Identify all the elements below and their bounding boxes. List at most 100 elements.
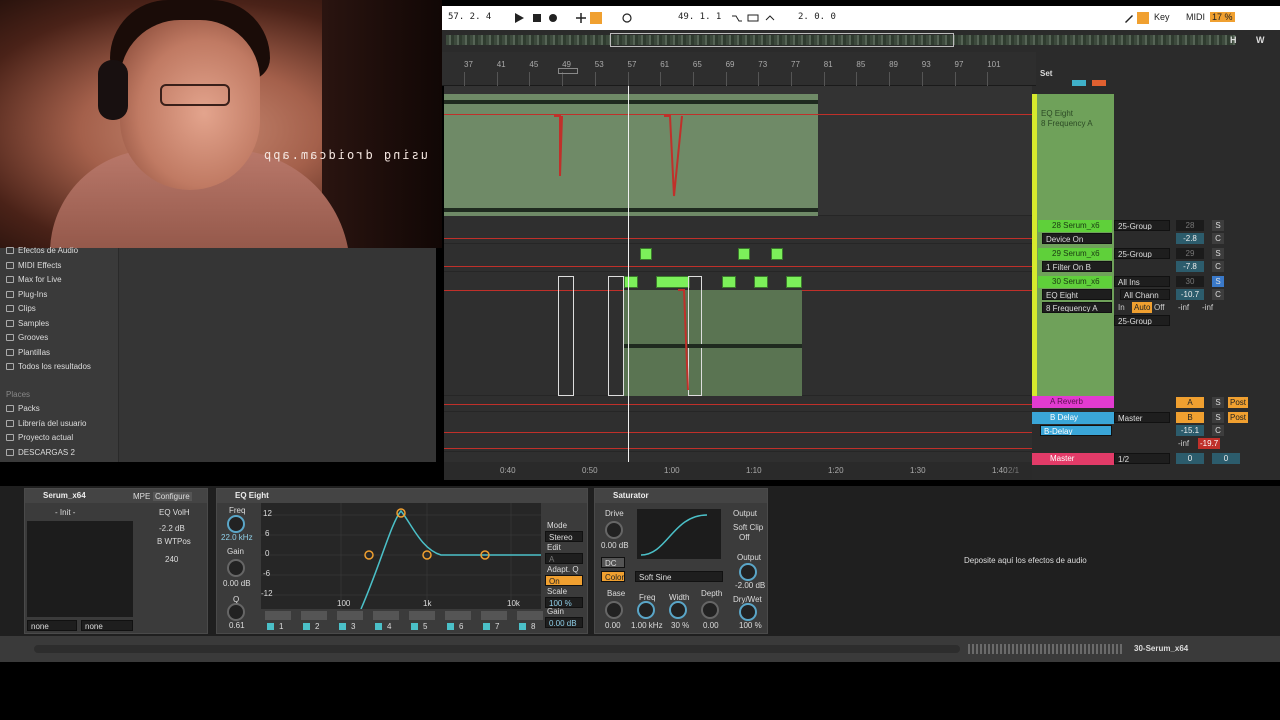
track-29-param[interactable]: 1 Filter On B	[1042, 261, 1112, 272]
loop-length[interactable]: 2. 0. 0	[798, 12, 836, 22]
folder-icon	[6, 348, 14, 356]
eq-band-filter-type[interactable]	[265, 611, 291, 620]
serum-device[interactable]: Serum_x64 MPE Configure - Init - EQ VolH…	[24, 488, 208, 634]
bar-number: 81	[823, 60, 833, 69]
browser-item[interactable]: Plug-Ins	[6, 290, 47, 299]
places-item[interactable]: Packs	[6, 404, 40, 413]
midi-note[interactable]	[771, 248, 783, 260]
play-icon[interactable]	[512, 11, 526, 25]
beat-time-ruler[interactable]: 37 41 45 49 53 57 61 65 69 73 77 81 85 89 93 97 101	[442, 52, 1036, 86]
eq-band-toggle[interactable]	[447, 623, 454, 630]
eq-band-filter-type[interactable]	[481, 611, 507, 620]
midi-note[interactable]	[640, 248, 652, 260]
track-lane-28[interactable]	[444, 216, 1032, 244]
eq-title[interactable]: EQ Eight	[217, 489, 587, 503]
eq-band-filter-type[interactable]	[373, 611, 399, 620]
saturator-device[interactable]: Saturator Drive 0.00 dB DC Color Soft Si…	[594, 488, 768, 634]
track-30-channel[interactable]: All Chann	[1120, 289, 1170, 300]
w-button[interactable]: W	[1256, 35, 1265, 45]
draw-mode-icon[interactable]	[764, 11, 778, 25]
saturator-title[interactable]: Saturator	[595, 489, 767, 503]
pencil-icon[interactable]	[1122, 11, 1136, 25]
eq-band-toggle[interactable]	[375, 623, 382, 630]
song-position[interactable]: 57. 2. 4	[448, 12, 491, 22]
track-30-input[interactable]: All Ins	[1114, 276, 1170, 287]
track-28-header[interactable]: 28 Serum_x6	[1038, 220, 1112, 232]
stop-icon[interactable]	[530, 11, 544, 25]
eq-band-filter-type[interactable]	[517, 611, 543, 620]
h-button[interactable]: H	[1230, 35, 1237, 45]
browser-content[interactable]	[118, 248, 436, 462]
track-28-route[interactable]: 25-Group	[1114, 220, 1170, 231]
midi-note[interactable]	[738, 248, 750, 260]
track-30-output[interactable]: 25-Group	[1114, 315, 1170, 326]
eq-band-toggle[interactable]	[339, 623, 346, 630]
eq-band-filter-type[interactable]	[301, 611, 327, 620]
eq-q-knob[interactable]	[227, 603, 245, 621]
bar-number: 57	[627, 60, 637, 69]
drive-knob[interactable]	[605, 521, 623, 539]
eq-band-filter-type[interactable]	[409, 611, 435, 620]
automation-arm-icon[interactable]	[589, 11, 603, 25]
key-map-label[interactable]: Key	[1154, 12, 1170, 22]
loop-icon[interactable]	[620, 11, 634, 25]
master-header[interactable]: Master	[1032, 453, 1114, 465]
return-a-header[interactable]: A Reverb	[1032, 396, 1114, 408]
loop-brace[interactable]	[558, 68, 578, 74]
track-30-param[interactable]: 8 Frequency A	[1042, 302, 1112, 313]
midi-map-label[interactable]: MIDI	[1186, 12, 1205, 22]
drop-zone-hint[interactable]: Deposite aquí los efectos de audio	[964, 556, 1087, 565]
horizontal-scrollbar[interactable]	[34, 645, 960, 653]
eq-freq-knob[interactable]	[227, 515, 245, 533]
cpu-meter: 17 %	[1210, 12, 1235, 22]
eq-band-toggle[interactable]	[303, 623, 310, 630]
eq-band-toggle[interactable]	[519, 623, 526, 630]
empty-clip-slot[interactable]	[558, 276, 574, 396]
browser-item[interactable]: MIDI Effects	[6, 261, 61, 270]
output-knob[interactable]	[739, 563, 757, 581]
loop-start[interactable]: 49. 1. 1	[678, 12, 721, 22]
browser-item[interactable]: Todos los resultados	[6, 362, 91, 371]
browser-item[interactable]: Samples	[6, 319, 49, 328]
eq-band-toggle[interactable]	[267, 623, 274, 630]
midi-clip[interactable]	[624, 290, 802, 396]
eq-band-toggle[interactable]	[411, 623, 418, 630]
eq-band-filter-type[interactable]	[445, 611, 471, 620]
browser-item[interactable]: Efectos de Audio	[6, 246, 78, 255]
browser-item[interactable]: Grooves	[6, 333, 48, 342]
eq-band-number: 5	[423, 622, 428, 631]
browser-item[interactable]: Max for Live	[6, 275, 62, 284]
places-item[interactable]: Librería del usuario	[6, 419, 86, 428]
track-28-param[interactable]: Device On	[1042, 233, 1112, 244]
track-30-device[interactable]: EQ Eight	[1042, 289, 1112, 300]
eq-gain-knob[interactable]	[227, 559, 245, 577]
folder-icon	[6, 448, 14, 456]
punch-in-icon[interactable]	[730, 11, 744, 25]
track-29-header[interactable]: 29 Serum_x6	[1038, 248, 1112, 260]
places-item[interactable]: Proyecto actual	[6, 433, 73, 442]
cue-out[interactable]: 1/2	[1114, 453, 1170, 464]
detail-overview[interactable]	[968, 644, 1124, 654]
saturator-mode[interactable]: Soft Sine	[635, 571, 723, 582]
places-item[interactable]: DESCARGAS 2	[6, 448, 75, 457]
page-indicator: 2/1	[1008, 466, 1020, 475]
eq-eight-device[interactable]: EQ Eight Freq 22.0 kHz Gain 0.00 dB Q 0.…	[216, 488, 588, 634]
track-29-route[interactable]: 25-Group	[1114, 248, 1170, 259]
overdub-icon[interactable]	[574, 11, 588, 25]
record-icon[interactable]	[546, 11, 560, 25]
punch-out-icon[interactable]	[746, 11, 760, 25]
key-map-icon[interactable]	[1136, 11, 1150, 25]
return-b-header[interactable]: B Delay	[1032, 412, 1114, 424]
eq-graph[interactable]: 12 6 0 -6 -12 100 1k 10k	[261, 503, 541, 609]
overview-window[interactable]	[610, 33, 954, 47]
time-ruler[interactable]: 0:40 0:50 1:00 1:10 1:20 1:30 1:40 2/1	[444, 462, 1032, 480]
eq-band-filter-type[interactable]	[337, 611, 363, 620]
browser-item[interactable]: Clips	[6, 304, 36, 313]
arrangement-view[interactable]	[444, 86, 1032, 462]
browser-item[interactable]: Plantillas	[6, 348, 50, 357]
eq-band-toggle[interactable]	[483, 623, 490, 630]
track-30-header[interactable]: 30 Serum_x6	[1038, 276, 1112, 288]
arrangement-overview[interactable]: H W	[442, 30, 1280, 52]
time-marker: 1:20	[828, 466, 844, 475]
eq-band-selectors[interactable]: 1 2 3 4 5 6 7 8	[261, 611, 543, 633]
